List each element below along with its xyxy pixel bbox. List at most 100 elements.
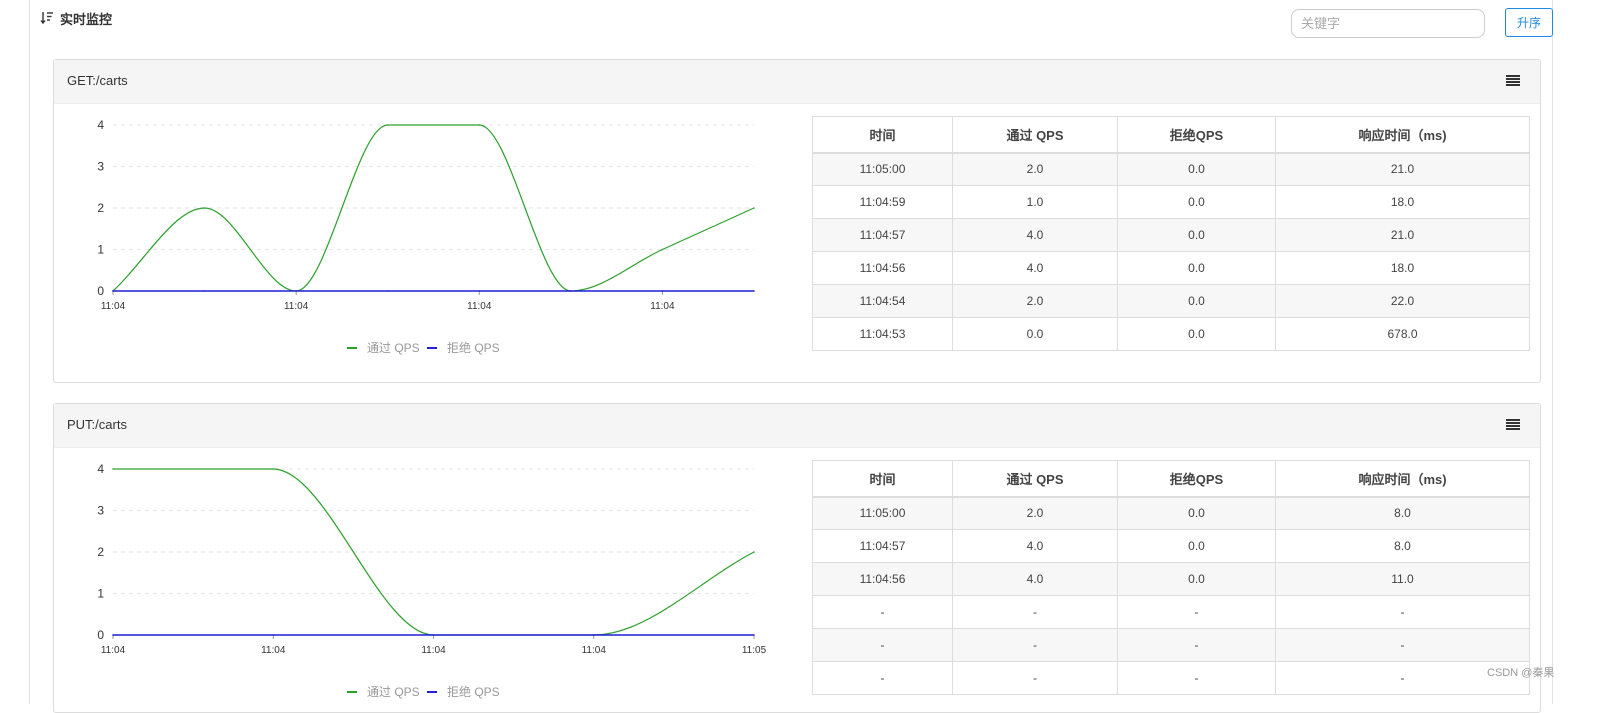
table-cell: 11:05:00 xyxy=(812,496,953,530)
data-point xyxy=(570,290,572,292)
table-row: 11:05:00 2.0 0.0 8.0 xyxy=(812,496,1530,530)
table-cell: - xyxy=(1117,595,1276,629)
legend-label: 通过 QPS xyxy=(367,341,420,355)
table-cell: 0.0 xyxy=(1117,562,1276,596)
x-tick-label: 11:04 xyxy=(421,645,446,656)
legend-label: 通过 QPS xyxy=(367,685,420,699)
table-row: 11:04:56 4.0 0.0 18.0 xyxy=(812,251,1530,285)
table-cell: 0.0 xyxy=(1117,185,1276,219)
table-header-row: 时间 通过 QPS 拒绝QPS 响应时间（ms) xyxy=(812,460,1530,498)
data-point xyxy=(203,290,206,292)
x-tick-label: 11:04 xyxy=(261,645,286,656)
table-cell: 21.0 xyxy=(1275,152,1530,186)
right-rail xyxy=(1552,0,1553,704)
table-cell: 11:04:59 xyxy=(812,185,953,219)
table-cell: 0.0 xyxy=(1117,496,1276,530)
column-header: 响应时间（ms) xyxy=(1275,460,1530,498)
hamburger-menu-icon[interactable] xyxy=(1506,419,1520,431)
data-point xyxy=(592,634,595,636)
hamburger-menu-icon[interactable] xyxy=(1506,75,1520,87)
data-point xyxy=(753,551,755,553)
data-point xyxy=(112,468,114,470)
legend-label: 拒绝 QPS xyxy=(447,340,500,355)
table-cell: 0.0 xyxy=(952,317,1118,351)
table-row: ---- xyxy=(812,661,1530,695)
page-header: 实时监控 xyxy=(40,8,112,28)
table-cell: 1.0 xyxy=(952,185,1118,219)
x-tick-label: 11:05 xyxy=(742,645,767,656)
data-point xyxy=(295,290,297,292)
panel-title: PUT:/carts xyxy=(67,417,127,432)
y-tick-label: 2 xyxy=(97,545,104,559)
table-cell: - xyxy=(952,661,1118,695)
table-cell: 0.0 xyxy=(1117,284,1276,318)
table-row: 11:04:56 4.0 0.0 11.0 xyxy=(812,562,1530,596)
data-point xyxy=(753,207,755,209)
column-header: 时间 xyxy=(812,460,953,498)
search-input[interactable] xyxy=(1291,9,1485,38)
table-cell: 11:04:53 xyxy=(812,317,953,351)
panel-header: GET:/carts xyxy=(54,60,1540,104)
y-tick-label: 1 xyxy=(97,587,104,601)
x-tick-label: 11:04 xyxy=(582,645,607,656)
table-cell: 11.0 xyxy=(1275,562,1530,596)
table-cell: 22.0 xyxy=(1275,284,1530,318)
table-cell: - xyxy=(1117,628,1276,662)
chart-get-carts: 0 1 2 3 4 11:04 11:04 11:04 11:04 通过 QPS 拒绝 QPS xyxy=(97,118,755,355)
data-point xyxy=(753,290,755,292)
x-tick-label: 11:04 xyxy=(467,301,492,312)
table-cell: - xyxy=(812,661,953,695)
y-tick-label: 0 xyxy=(97,628,104,642)
sort-order-button[interactable]: 升序 xyxy=(1505,8,1553,37)
table-row: 11:04:54 2.0 0.0 22.0 xyxy=(812,284,1530,318)
y-tick-label: 1 xyxy=(97,243,104,257)
panel-get-carts: GET:/carts 0 1 2 3 4 11:04 11:04 11:04 11:04 通过 Q… xyxy=(53,59,1541,383)
table-cell: 2.0 xyxy=(952,496,1118,530)
data-point xyxy=(478,290,481,292)
panel-header: PUT:/carts xyxy=(54,404,1540,448)
table-cell: 0.0 xyxy=(1117,251,1276,285)
watermark: CSDN @秦果 xyxy=(1487,667,1555,679)
x-tick-label: 11:04 xyxy=(101,645,126,656)
data-point xyxy=(272,634,275,636)
sort-descending-icon xyxy=(40,12,53,25)
x-tick-label: 11:04 xyxy=(650,301,675,312)
legend-label: 拒绝 QPS xyxy=(447,684,500,699)
table-cell: 678.0 xyxy=(1275,317,1530,351)
table-cell: 18.0 xyxy=(1275,185,1530,219)
table-row: 11:04:57 4.0 0.0 21.0 xyxy=(812,218,1530,252)
table-cell: 4.0 xyxy=(952,251,1118,285)
table-row: ---- xyxy=(812,628,1530,662)
table-cell: 2.0 xyxy=(952,152,1118,186)
table-row: 11:04:53 0.0 0.0 678.0 xyxy=(812,317,1530,351)
table-cell: - xyxy=(952,628,1118,662)
table-cell: 0.0 xyxy=(1117,152,1276,186)
table-row: 11:05:00 2.0 0.0 21.0 xyxy=(812,152,1530,186)
table-cell: 0.0 xyxy=(1117,317,1276,351)
table-cell: 4.0 xyxy=(952,562,1118,596)
table-row: ---- xyxy=(812,595,1530,629)
data-point xyxy=(386,290,389,292)
data-point xyxy=(203,207,206,209)
table-cell: 8.0 xyxy=(1275,529,1530,563)
table-cell: 8.0 xyxy=(1275,496,1530,530)
table-cell: 2.0 xyxy=(952,284,1118,318)
panel-title: GET:/carts xyxy=(67,73,128,88)
data-point xyxy=(112,634,114,636)
page-title: 实时监控 xyxy=(60,11,113,27)
table-cell: - xyxy=(812,628,953,662)
data-point xyxy=(661,248,664,251)
table-cell: 4.0 xyxy=(952,218,1118,252)
y-tick-label: 4 xyxy=(97,462,104,476)
data-point xyxy=(661,290,664,292)
data-point xyxy=(272,468,275,470)
x-tick-label: 11:04 xyxy=(284,301,309,312)
table-header-row: 时间 通过 QPS 拒绝QPS 响应时间（ms) xyxy=(812,116,1530,154)
table-cell: - xyxy=(1275,628,1530,662)
table-cell: 21.0 xyxy=(1275,218,1530,252)
table-cell: 18.0 xyxy=(1275,251,1530,285)
y-tick-label: 3 xyxy=(97,504,104,518)
data-point xyxy=(432,634,435,636)
y-tick-label: 2 xyxy=(97,201,104,215)
data-point xyxy=(386,124,389,126)
